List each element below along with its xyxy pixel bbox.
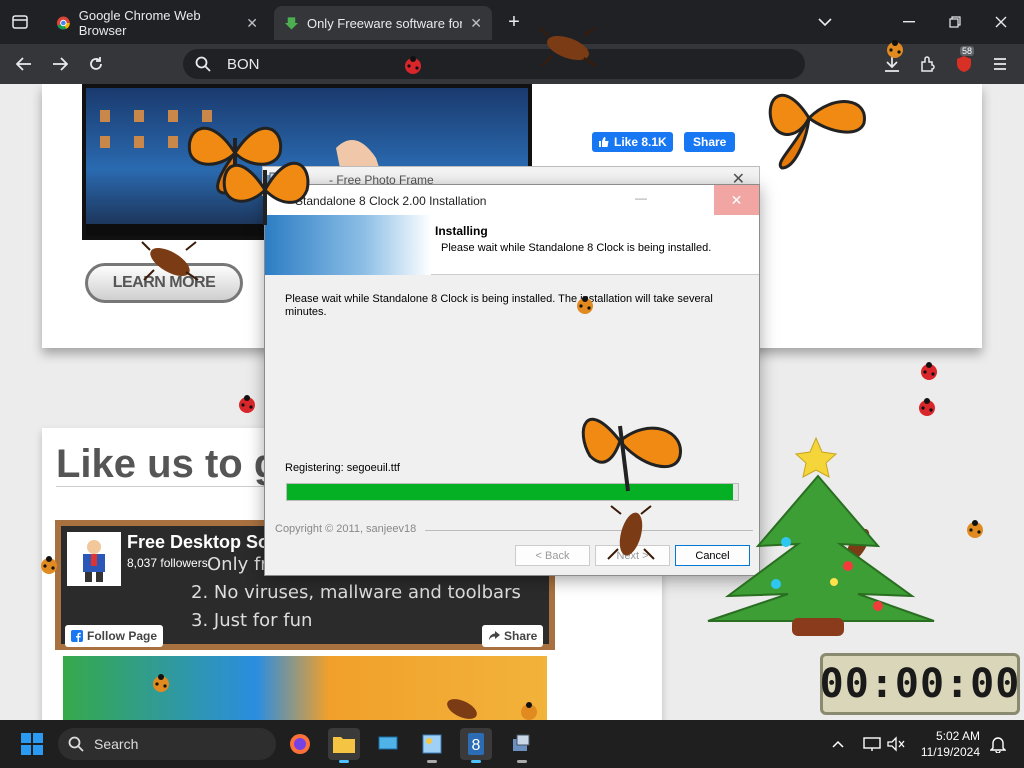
svg-text:8: 8 (472, 737, 481, 754)
ladybug-icon (919, 398, 935, 416)
butterfly-icon (768, 93, 866, 170)
new-tab-icon[interactable]: + (500, 8, 528, 36)
installer-title: Standalone 8 Clock 2.00 Installation (295, 194, 487, 208)
close-tab-icon[interactable]: ✕ (246, 15, 258, 32)
share-icon (489, 631, 500, 641)
copyright-text: Copyright © 2011, sanjeev18 (275, 523, 417, 535)
installer-body-text: Please wait while Standalone 8 Clock is … (285, 293, 713, 318)
like-count: Like 8.1K (614, 135, 667, 149)
share-label: Share (504, 629, 538, 643)
installer-dialog: Standalone 8 Clock 2.00 Installation — ✕… (264, 184, 760, 576)
clock-installer-icon[interactable]: 8 (460, 728, 492, 763)
facebook-icon (71, 630, 83, 642)
ladybug-icon (921, 362, 937, 380)
minimize-icon[interactable]: — (635, 191, 647, 205)
cockroach-icon (607, 505, 655, 560)
header-subtitle: Please wait while Standalone 8 Clock is … (441, 242, 712, 254)
ladybug-icon (239, 395, 255, 413)
ladybug-icon (153, 674, 169, 692)
close-window-icon[interactable] (987, 8, 1015, 36)
tab-search-icon[interactable] (6, 8, 34, 36)
chrome-icon (56, 16, 70, 30)
restore-icon[interactable] (941, 8, 969, 36)
close-tab-icon[interactable]: ✕ (470, 15, 482, 32)
taskbar: Search 8 5:02 AM 11/19/2024 (0, 720, 1024, 768)
close-icon[interactable]: ✕ (714, 185, 759, 215)
chevron-up-icon[interactable] (822, 728, 854, 760)
facebook-like-button[interactable]: Like 8.1K (592, 132, 673, 152)
search-label: Search (94, 736, 139, 752)
firefox-icon[interactable] (284, 728, 316, 760)
adblock-icon[interactable]: 58 (950, 46, 978, 78)
back-icon[interactable] (10, 50, 38, 78)
tab-bar: Google Chrome Web Browser ✕ Only Freewar… (0, 0, 1024, 44)
installer-header: Installing Please wait while Standalone … (265, 215, 759, 275)
clock-widget[interactable]: 00:00:00 (820, 653, 1020, 715)
ladybug-icon (521, 702, 537, 720)
system-clock[interactable]: 5:02 AM 11/19/2024 (914, 728, 980, 760)
follow-label: Follow Page (87, 629, 158, 643)
page-avatar (67, 532, 121, 586)
minimize-icon[interactable] (895, 8, 923, 36)
extensions-icon[interactable] (914, 50, 942, 78)
like-us-heading: Like us to g (56, 442, 279, 486)
status-text: Registering: segoeuil.ttf (285, 462, 400, 474)
tab-chrome[interactable]: Google Chrome Web Browser ✕ (46, 6, 268, 40)
search-icon (68, 736, 84, 752)
thumbs-up-icon (599, 137, 609, 147)
address-text: BON (227, 55, 260, 73)
clock-date: 11/19/2024 (920, 745, 980, 759)
page-name[interactable]: Free Desktop Sof (127, 532, 275, 553)
forward-icon[interactable] (46, 50, 74, 78)
ladybug-icon (577, 296, 593, 314)
tab-label: Google Chrome Web Browser (78, 8, 201, 38)
photo-frame-app-icon[interactable] (416, 728, 448, 763)
adblock-count-badge: 58 (960, 46, 975, 56)
windows-icon (21, 733, 43, 755)
taskbar-search[interactable]: Search (58, 728, 276, 760)
butterfly-icon (581, 417, 682, 492)
ladybug-icon (887, 40, 903, 58)
start-button[interactable] (16, 728, 48, 760)
ladybug-icon (41, 556, 57, 574)
chalk-line: 3. Just for fun (191, 610, 313, 631)
ladybug-icon (405, 56, 421, 74)
download-arrow-icon (284, 17, 299, 30)
chalk-line: 2. No viruses, mallware and toolbars (191, 582, 521, 603)
file-explorer-icon[interactable] (328, 728, 360, 763)
tab-freeware[interactable]: Only Freeware software for you ✕ (274, 6, 492, 40)
reload-icon[interactable] (82, 50, 110, 78)
clock-time: 5:02 AM (935, 729, 980, 743)
cockroach-icon (539, 27, 597, 67)
follow-page-button[interactable]: Follow Page (65, 625, 164, 647)
app-icon[interactable] (372, 728, 404, 760)
page-share-button[interactable]: Share (482, 625, 544, 647)
page-followers: 8,037 followers (127, 556, 208, 570)
cockroach-icon (141, 241, 199, 281)
tab-label: Only Freeware software for you (306, 15, 463, 31)
search-icon (195, 56, 211, 72)
menu-icon[interactable] (986, 50, 1014, 78)
notification-bell-icon[interactable] (982, 728, 1014, 760)
ladybug-icon (967, 520, 983, 538)
installer-titlebar: Standalone 8 Clock 2.00 Installation — ✕ (265, 185, 759, 215)
back-button[interactable]: < Back (515, 545, 590, 566)
facebook-share-button[interactable]: Share (684, 132, 736, 152)
address-bar[interactable]: BON (183, 49, 805, 79)
christmas-tree-icon (707, 436, 935, 636)
divider (56, 486, 276, 487)
installer-app-icon[interactable] (506, 728, 538, 763)
chevron-down-icon[interactable] (811, 8, 839, 36)
header-title: Installing (435, 224, 488, 238)
butterfly-icon (222, 161, 310, 225)
volume-muted-icon[interactable] (880, 728, 912, 760)
